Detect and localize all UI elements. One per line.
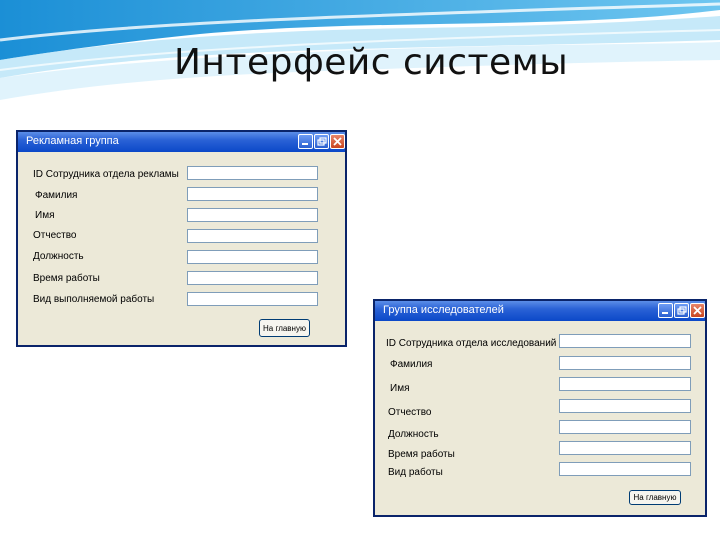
window-ad-titlebar[interactable]: Рекламная группа (18, 132, 345, 152)
last-name-input[interactable] (559, 356, 691, 370)
restore-icon (317, 137, 327, 146)
close-button[interactable] (330, 134, 345, 149)
field-label-last-name: Фамилия (390, 359, 433, 370)
field-label-patronymic: Отчество (388, 407, 432, 418)
maximize-button[interactable] (314, 134, 329, 149)
work-type-input[interactable] (187, 292, 318, 306)
field-label-first-name: Имя (35, 210, 55, 221)
first-name-input[interactable] (187, 208, 318, 222)
position-input[interactable] (559, 420, 691, 434)
work-time-input[interactable] (559, 441, 691, 455)
employee-id-input[interactable] (187, 166, 318, 180)
minimize-icon (662, 312, 668, 314)
field-label-first-name: Имя (390, 383, 410, 394)
field-label-position: Должность (33, 251, 84, 262)
window-research-title: Группа исследователей (383, 304, 504, 316)
work-type-input[interactable] (559, 462, 691, 476)
field-label-patronymic: Отчество (33, 230, 77, 241)
window-ad-group: Рекламная группа ID Сотрудника отдела ре… (16, 130, 347, 347)
patronymic-input[interactable] (187, 229, 318, 243)
employee-id-input[interactable] (559, 334, 691, 348)
position-input[interactable] (187, 250, 318, 264)
field-label-employee-id: ID Сотрудника отдела исследований (386, 338, 557, 349)
field-label-work-time: Время работы (33, 273, 100, 284)
field-label-work-type: Вид выполняемой работы (33, 294, 155, 305)
restore-icon (677, 306, 687, 315)
patronymic-input[interactable] (559, 399, 691, 413)
close-icon (333, 137, 342, 146)
field-label-employee-id: ID Сотрудника отдела рекламы (33, 169, 179, 180)
maximize-button[interactable] (674, 303, 689, 318)
first-name-input[interactable] (559, 377, 691, 391)
close-button[interactable] (690, 303, 705, 318)
field-label-last-name: Фамилия (35, 190, 78, 201)
window-research-group: Группа исследователей ID Сотрудника отде… (373, 299, 707, 517)
minimize-button[interactable] (658, 303, 673, 318)
minimize-button[interactable] (298, 134, 313, 149)
field-label-work-time: Время работы (388, 449, 455, 460)
field-label-position: Должность (388, 429, 439, 440)
field-label-work-type: Вид работы (388, 467, 443, 478)
slide-title: Интерфейс системы (174, 42, 569, 83)
window-research-titlebar[interactable]: Группа исследователей (375, 301, 705, 321)
window-ad-title: Рекламная группа (26, 135, 119, 147)
home-button[interactable]: На главную (629, 490, 681, 505)
home-button[interactable]: На главную (259, 319, 310, 337)
minimize-icon (302, 143, 308, 145)
close-icon (693, 306, 702, 315)
last-name-input[interactable] (187, 187, 318, 201)
work-time-input[interactable] (187, 271, 318, 285)
